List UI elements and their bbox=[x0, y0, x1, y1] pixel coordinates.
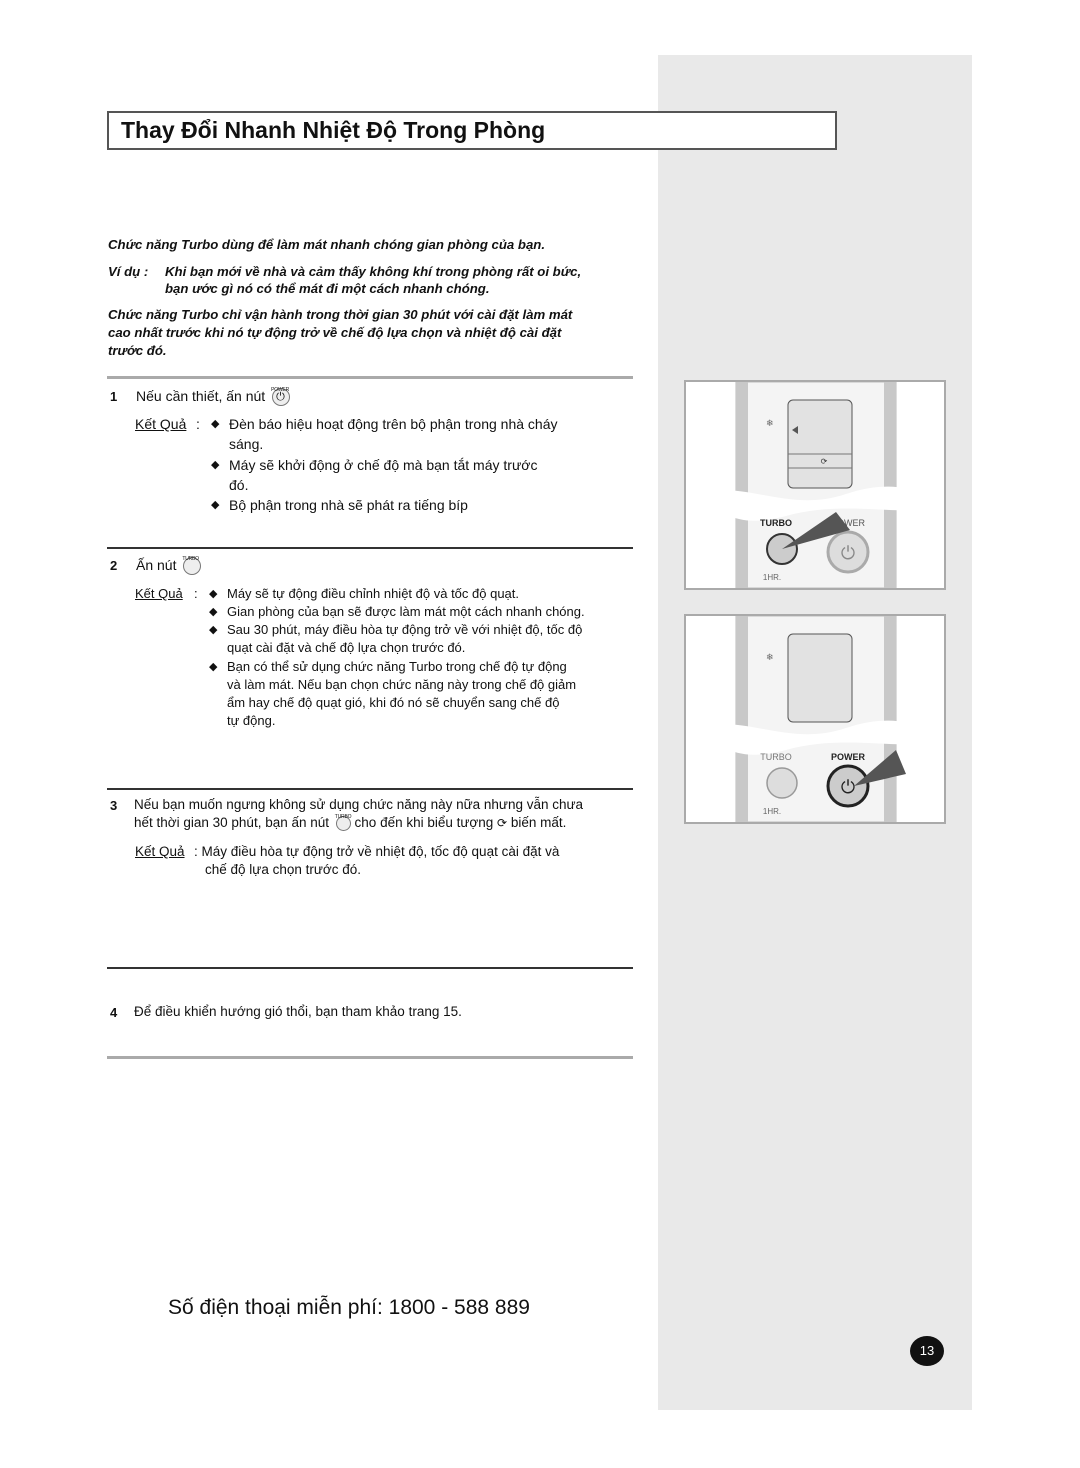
power-button-icon: POWER ⏻ bbox=[271, 387, 291, 407]
colon: : bbox=[196, 416, 200, 432]
result-label: Kết Quả bbox=[135, 416, 187, 432]
step-text: Để điều khiển hướng gió thổi, bạn tham k… bbox=[134, 1004, 462, 1019]
power-label: POWER bbox=[831, 752, 866, 762]
result-item: Sau 30 phút, máy điều hòa tự động trở về… bbox=[209, 621, 582, 657]
note-text: trước đó. bbox=[108, 343, 167, 358]
step-text: Nếu bạn muốn ngưng không sử dụng chức nă… bbox=[134, 797, 584, 812]
result-text: chế độ lựa chọn trước đó. bbox=[205, 862, 362, 877]
step-number: 1 bbox=[110, 389, 118, 404]
result-item: Máy sẽ khởi động ở chế độ mà bạn tắt máy… bbox=[211, 455, 537, 495]
example-label: Ví dụ : bbox=[108, 264, 149, 279]
result-label: Kết Quả bbox=[135, 586, 183, 601]
step-number: 4 bbox=[110, 1005, 118, 1020]
note-text: cao nhất trước khi nó tự động trở về chế… bbox=[108, 325, 562, 340]
step-2-text: Ấn nút TURBO bbox=[136, 555, 202, 576]
page-number: 13 bbox=[910, 1336, 944, 1366]
result-item: Gian phòng của bạn sẽ được làm mát một c… bbox=[209, 603, 585, 621]
svg-text:⏻: ⏻ bbox=[841, 543, 855, 563]
remote-illustration-turbo: ⟳ ❄ TURBO POWER ⏻ 1HR. bbox=[684, 380, 946, 590]
step-number: 3 bbox=[110, 798, 118, 813]
title-box: Thay Đổi Nhanh Nhiệt Độ Trong Phòng bbox=[107, 111, 837, 150]
page-title: Thay Đổi Nhanh Nhiệt Độ Trong Phòng bbox=[121, 117, 546, 143]
remote-illustration-power: ❄ TURBO POWER ⏻ 1HR. bbox=[684, 614, 946, 824]
step-text: Nếu cần thiết, ấn nút bbox=[136, 388, 266, 404]
result-item: Bạn có thể sử dụng chức năng Turbo trong… bbox=[209, 658, 576, 730]
divider bbox=[107, 967, 633, 969]
button-label: TURBO bbox=[334, 813, 352, 820]
turbo-indicator-icon: ⟳ bbox=[821, 457, 828, 466]
turbo-button bbox=[766, 767, 798, 799]
step-text: cho đến khi biểu tượng bbox=[354, 815, 494, 830]
button-label: TURBO bbox=[182, 556, 199, 563]
svg-text:⏻: ⏻ bbox=[841, 777, 855, 797]
example-text: Khi bạn mới về nhà và cảm thấy không khí… bbox=[165, 264, 582, 279]
remote-drawing: ⟳ ❄ TURBO POWER ⏻ 1HR. bbox=[686, 381, 944, 589]
divider bbox=[107, 1056, 633, 1059]
turbo-indicator-icon: ⟳ bbox=[497, 816, 508, 830]
lcd-screen bbox=[787, 633, 853, 723]
timer-label: 1HR. bbox=[763, 573, 781, 582]
intro-line: Chức năng Turbo dùng để làm mát nhanh ch… bbox=[108, 237, 546, 252]
turbo-label: TURBO bbox=[760, 752, 792, 762]
turbo-button-icon: TURBO bbox=[182, 556, 202, 576]
timer-label: 1HR. bbox=[763, 807, 781, 816]
colon: : bbox=[194, 586, 198, 601]
step-3-line2: hết thời gian 30 phút, bạn ấn nút TURBO … bbox=[134, 814, 566, 832]
step-text: biến mất. bbox=[510, 815, 567, 830]
mode-icons: ❄ bbox=[766, 652, 774, 662]
result-item: Đèn báo hiệu hoạt động trên bộ phận tron… bbox=[211, 414, 558, 454]
lcd-screen bbox=[787, 399, 853, 489]
divider bbox=[107, 376, 633, 379]
result-item: Máy sẽ tự động điều chỉnh nhiệt độ và tố… bbox=[209, 585, 519, 603]
hotline-text: Số điện thoại miễn phí: 1800 - 588 889 bbox=[168, 1296, 530, 1319]
divider bbox=[107, 788, 633, 790]
result-text: : Máy điều hòa tự động trở về nhiệt độ, … bbox=[194, 844, 560, 859]
mode-icons: ❄ bbox=[766, 418, 774, 428]
step-1-text: Nếu cần thiết, ấn nút POWER ⏻ bbox=[136, 386, 291, 407]
result-label: Kết Quả bbox=[135, 844, 185, 859]
step-text: Ấn nút bbox=[136, 557, 177, 573]
example-text: bạn ước gì nó có thể mát đi một cách nha… bbox=[165, 281, 490, 296]
remote-drawing: ❄ TURBO POWER ⏻ 1HR. bbox=[686, 615, 944, 823]
step-number: 2 bbox=[110, 558, 118, 573]
power-symbol-icon: ⏻ bbox=[276, 391, 285, 404]
turbo-button-icon: TURBO bbox=[335, 814, 351, 831]
step-text: hết thời gian 30 phút, bạn ấn nút bbox=[134, 815, 330, 830]
note-text: Chức năng Turbo chỉ vận hành trong thời … bbox=[108, 307, 573, 322]
turbo-label: TURBO bbox=[760, 518, 792, 528]
result-item: Bộ phận trong nhà sẽ phát ra tiếng bíp bbox=[211, 495, 468, 515]
